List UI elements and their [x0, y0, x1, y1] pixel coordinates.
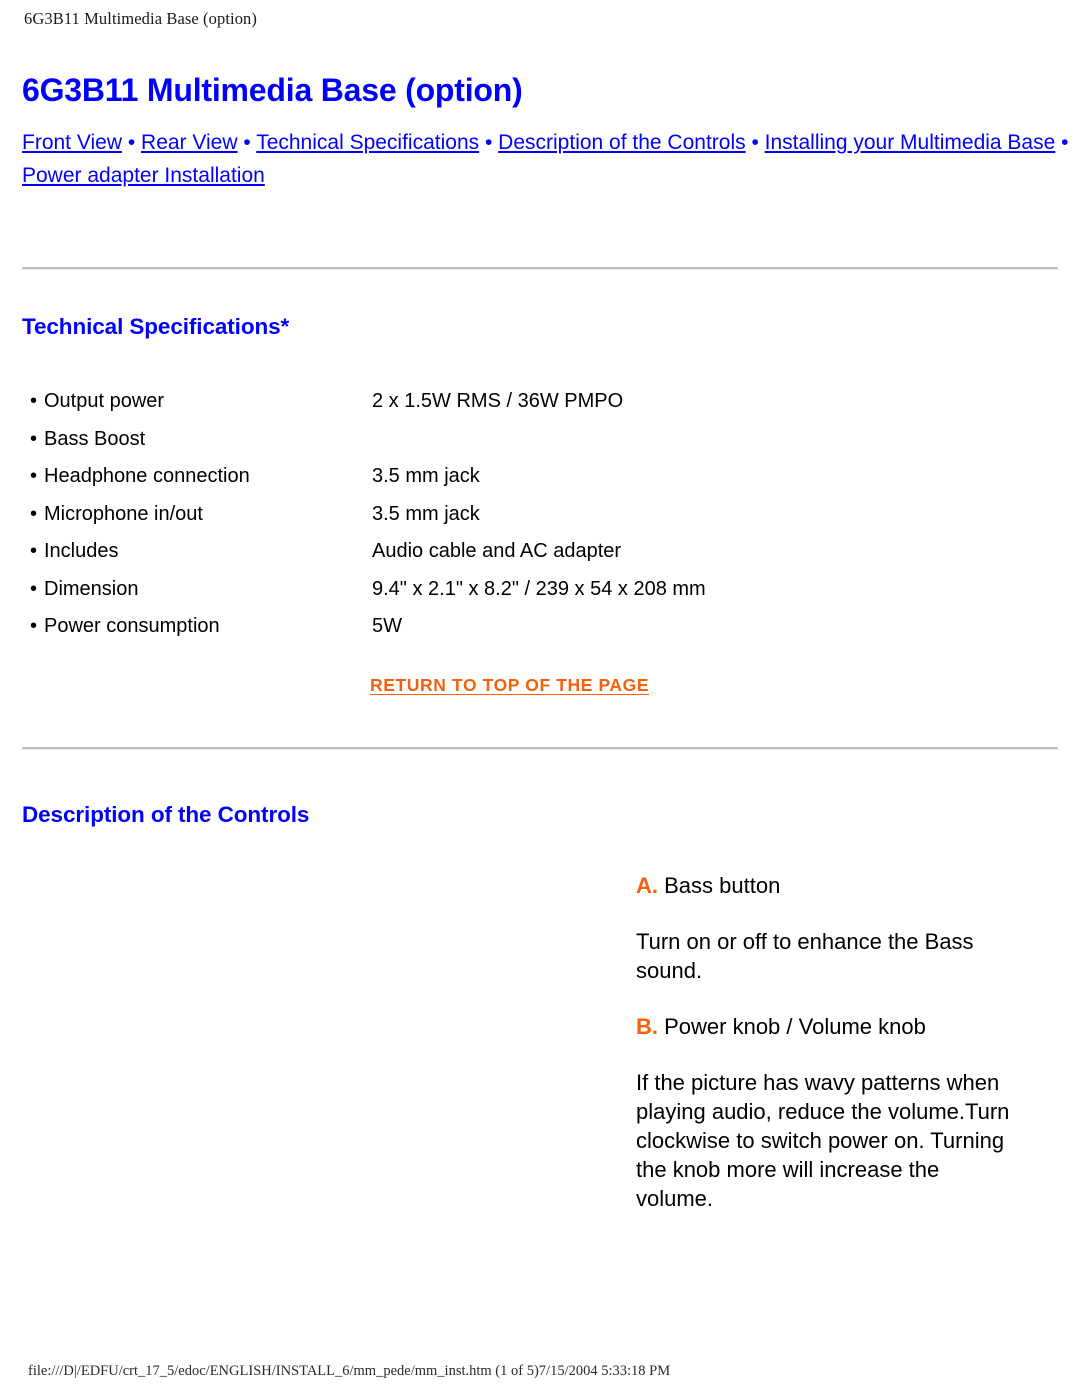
- control-marker-b: B.: [636, 1014, 658, 1039]
- nav-separator: •: [479, 131, 499, 154]
- spec-label-text: Output power: [44, 390, 165, 412]
- nav-separator: •: [745, 131, 765, 154]
- table-row: • Output power 2 x 1.5W RMS / 36W PMPO: [30, 383, 810, 421]
- spec-label-text: Dimension: [44, 577, 139, 600]
- spec-value-cell: 3.5 mm jack: [372, 502, 480, 525]
- nav-link-installing-your-multimedia-base[interactable]: Installing your Multimedia Base: [765, 131, 1056, 154]
- nav-link-technical-specifications[interactable]: Technical Specifications: [256, 131, 479, 154]
- control-detail-a: Turn on or off to enhance the Bass sound…: [636, 927, 1016, 985]
- table-row: • Headphone connection 3.5 mm jack: [30, 458, 810, 496]
- bullet-glyph: •: [30, 465, 38, 487]
- table-row: • Microphone in/out 3.5 mm jack: [30, 496, 810, 534]
- spec-value-cell: [372, 421, 810, 459]
- spec-label-text: Power consumption: [44, 615, 220, 637]
- return-to-top-link[interactable]: RETURN TO TOP OF THE PAGE: [370, 675, 649, 695]
- table-row: • Power consumption 5W: [30, 608, 810, 646]
- technical-specifications-table: • Output power 2 x 1.5W RMS / 36W PMPO • B…: [30, 383, 810, 646]
- nav-separator: •: [237, 131, 257, 154]
- spec-value-cell: Audio cable and AC adapter: [372, 540, 622, 562]
- spec-value-cell: 3.5 mm jack: [372, 465, 480, 487]
- horizontal-rule-top: [22, 267, 1058, 270]
- spec-label-cell: • Microphone in/out: [30, 496, 372, 534]
- nav-link-rear-view[interactable]: Rear View: [141, 131, 238, 154]
- spec-value-cell: 2 x 1.5W RMS / 36W PMPO: [372, 390, 624, 412]
- control-detail-a-text: Turn on or off to enhance the Bass sound…: [636, 929, 974, 983]
- table-row: • Includes Audio cable and AC adapter: [30, 533, 810, 571]
- nav-separator: •: [1055, 131, 1069, 154]
- bullet-glyph: •: [30, 427, 38, 450]
- bullet-glyph: •: [30, 502, 38, 525]
- bullet-glyph: •: [30, 577, 38, 600]
- document-page: 6G3B11 Multimedia Base (option) 6G3B11 M…: [0, 0, 1080, 1397]
- spec-label-cell: • Output power: [30, 383, 372, 421]
- page-title: 6G3B11 Multimedia Base (option): [22, 72, 523, 108]
- spec-label-text: Bass Boost: [44, 427, 146, 450]
- nav-link-front-view[interactable]: Front View: [22, 131, 122, 154]
- spec-label-cell: • Headphone connection: [30, 458, 372, 496]
- spec-label-cell: • Power consumption: [30, 608, 372, 646]
- nav-link-description-of-the-controls[interactable]: Description of the Controls: [498, 131, 745, 154]
- control-item-a: A. Bass button: [636, 871, 1016, 900]
- bullet-glyph: •: [30, 390, 38, 412]
- nav-separator: •: [122, 131, 142, 154]
- footer-path: file:///D|/EDFU/crt_17_5/edoc/ENGLISH/IN…: [28, 1363, 671, 1379]
- nav-link-power-adapter-installation[interactable]: Power adapter Installation: [22, 164, 265, 187]
- spec-value-cell: 5W: [372, 615, 402, 637]
- table-row: • Dimension 9.4" x 2.1" x 8.2" / 239 x 54…: [30, 571, 810, 609]
- spec-label-text: Headphone connection: [44, 465, 250, 487]
- bullet-glyph: •: [30, 540, 38, 562]
- spec-label-cell: • Bass Boost: [30, 421, 372, 459]
- horizontal-rule-middle: [22, 747, 1058, 750]
- control-detail-b-text: If the picture has wavy patterns when pl…: [636, 1070, 1010, 1211]
- bullet-glyph: •: [30, 615, 38, 637]
- description-of-the-controls-heading: Description of the Controls: [22, 802, 310, 827]
- control-text-b: Power knob / Volume knob: [658, 1014, 926, 1039]
- control-marker-a: A.: [636, 873, 658, 898]
- spec-label-cell: • Dimension: [30, 571, 372, 609]
- spec-label-text: Includes: [44, 540, 119, 562]
- section-nav-links: Front View • Rear View • Technical Speci…: [22, 126, 1072, 192]
- return-to-top-wrapper: RETURN TO TOP OF THE PAGE: [370, 675, 649, 696]
- divider: [22, 267, 1058, 270]
- control-detail-b: If the picture has wavy patterns when pl…: [636, 1068, 1016, 1213]
- control-text-a: Bass button: [658, 873, 781, 898]
- document-header-block: 6G3B11 Multimedia Base (option) Front Vi…: [22, 70, 1072, 192]
- control-item-b: B. Power knob / Volume knob: [636, 1012, 1016, 1041]
- spec-value-cell: 9.4" x 2.1" x 8.2" / 239 x 54 x 208 mm: [372, 577, 706, 600]
- spec-label-text: Microphone in/out: [44, 502, 203, 525]
- running-head: 6G3B11 Multimedia Base (option): [24, 9, 258, 28]
- technical-specifications-heading: Technical Specifications*: [22, 314, 290, 339]
- table-row: • Bass Boost: [30, 421, 810, 459]
- divider: [22, 747, 1058, 750]
- spec-label-cell: • Includes: [30, 533, 372, 571]
- controls-description-block: A. Bass button Turn on or off to enhance…: [636, 871, 1016, 1213]
